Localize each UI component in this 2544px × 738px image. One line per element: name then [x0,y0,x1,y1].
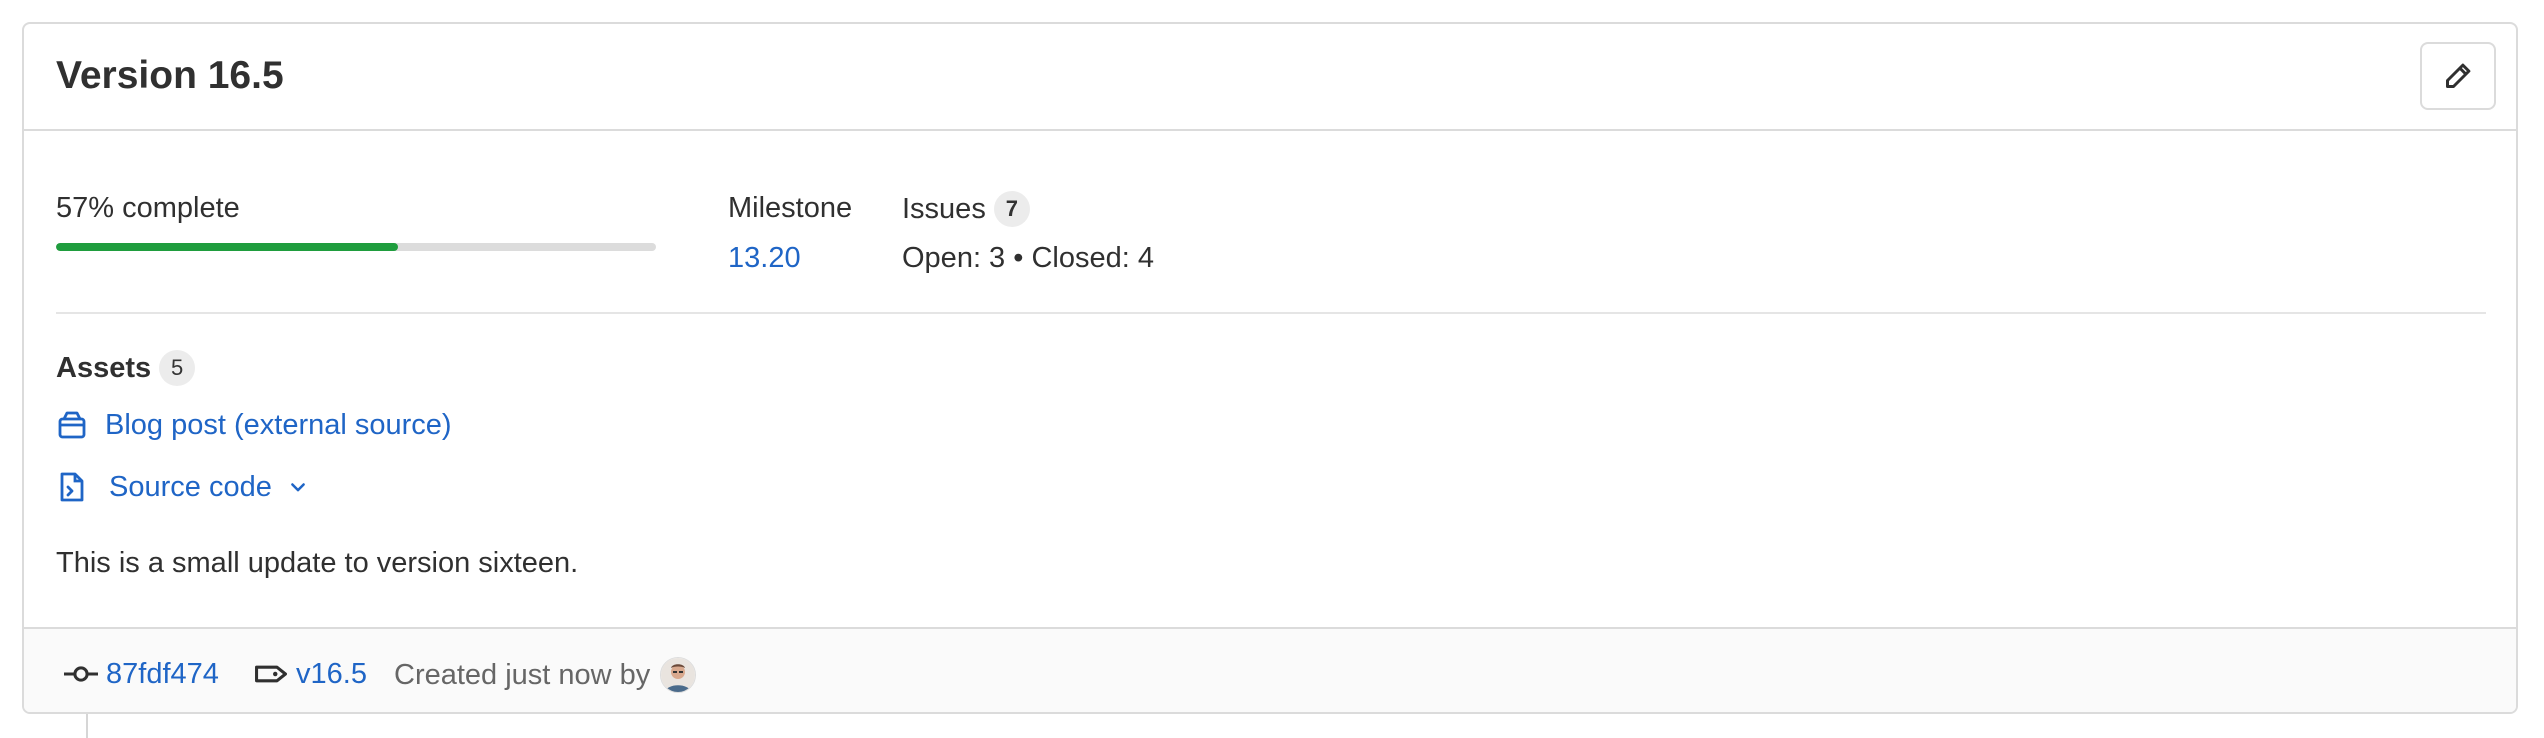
tag-link[interactable]: v16.5 [296,657,367,691]
release-footer: 87fdf474 v16.5 Created just now by [24,627,2516,712]
release-title: Version 16.5 [56,54,284,97]
assets-heading-text: Assets [56,352,152,384]
pencil-icon [2446,63,2471,88]
created-info: Created just now by [394,657,697,693]
tag-info: v16.5 [254,657,367,691]
chevron-down-icon[interactable] [288,477,308,497]
milestone-label: Milestone [728,192,853,224]
asset-link-label: Blog post (external source) [105,409,452,441]
assets-heading: Assets 5 [56,348,196,388]
asset-link-label: Source code [109,471,272,503]
progress-fill [56,243,398,251]
asset-link-blog-post[interactable]: Blog post (external source) [56,408,452,442]
tag-icon [255,665,287,683]
issues-breakdown: Open: 3 • Closed: 4 [902,242,1154,274]
created-text: Created just now by [394,659,651,691]
progress-label: 57% complete [56,192,240,224]
asset-link-source-code[interactable]: Source code [56,470,308,504]
release-card: Version 16.5 57% complete Milestone 13.2… [22,22,2518,714]
milestone-link[interactable]: 13.20 [728,241,801,275]
issues-label: Issues 7 [902,191,1030,227]
author-avatar[interactable] [660,657,697,693]
commit-link[interactable]: 87fdf474 [106,657,219,691]
release-header: Version 16.5 [24,24,2516,131]
package-icon [56,409,88,441]
commit-info: 87fdf474 [64,657,219,691]
release-description: This is a small update to version sixtee… [56,547,579,579]
timeline-line [86,714,88,738]
progress-bar [56,243,656,251]
issues-count-badge: 7 [993,191,1030,227]
commit-icon [64,666,98,682]
assets-count-badge: 5 [159,350,196,386]
doc-code-icon [56,471,88,503]
edit-release-button[interactable] [2420,42,2496,110]
release-stats: 57% complete Milestone 13.20 Issues 7 Op… [56,129,2486,314]
issues-label-text: Issues [902,193,986,225]
